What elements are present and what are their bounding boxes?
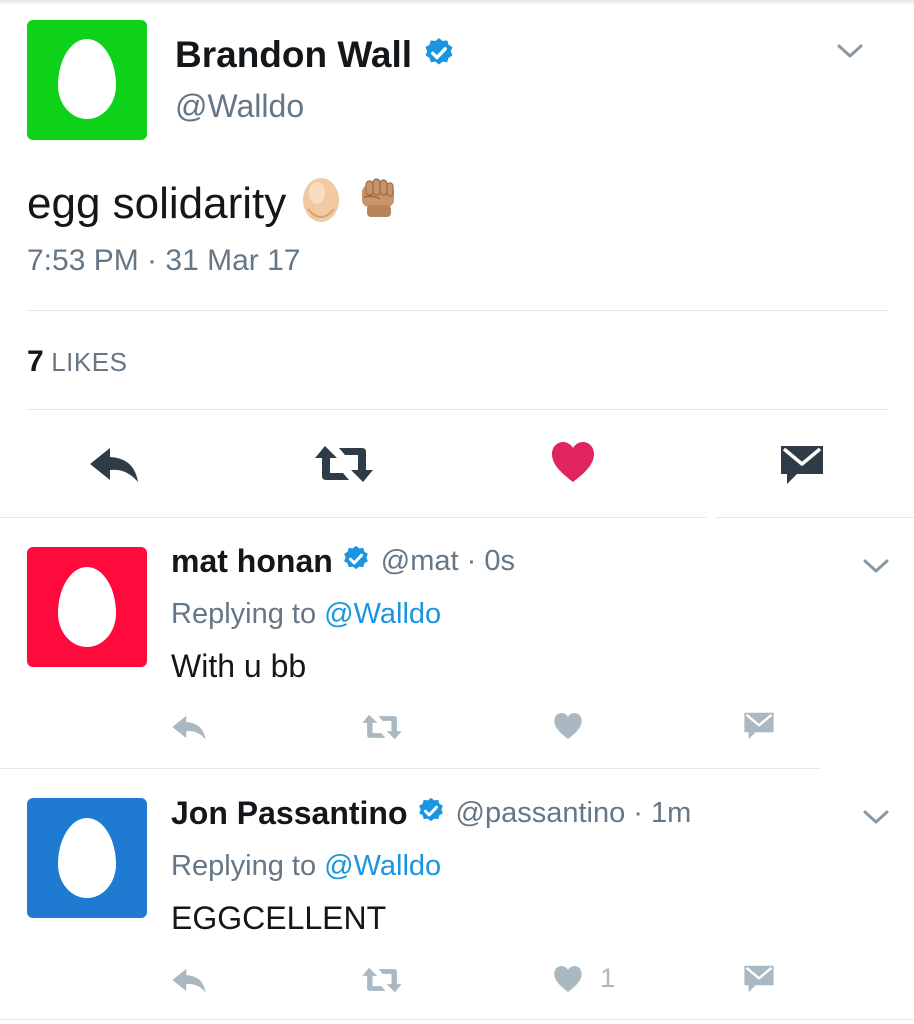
egg-avatar-icon <box>58 39 116 119</box>
avatar[interactable] <box>27 547 147 667</box>
top-edge <box>0 0 914 6</box>
raised-fist-emoji-icon <box>356 175 400 232</box>
tweet-timestamp[interactable]: 7:53 PM · 31 Mar 17 <box>27 244 300 278</box>
verified-badge-icon <box>416 796 446 831</box>
reply-text: EGGCELLENT <box>171 900 387 936</box>
likes-count[interactable]: 7 LIKES <box>27 345 127 379</box>
replying-to: Replying to @Walldo <box>171 598 441 631</box>
likes-number: 7 <box>27 345 44 378</box>
divider <box>0 768 820 769</box>
author-handle-time[interactable]: @passantino · 1m <box>456 797 692 830</box>
direct-message-icon[interactable] <box>743 964 775 994</box>
author-name[interactable]: Jon Passantino <box>171 795 408 832</box>
mention-link[interactable]: @Walldo <box>324 850 441 882</box>
chevron-down-icon[interactable] <box>861 806 891 828</box>
reply-icon[interactable] <box>171 713 207 741</box>
like-count: 1 <box>600 963 616 993</box>
author-handle-time[interactable]: @mat · 0s <box>381 545 515 578</box>
egg-avatar-icon <box>58 818 116 898</box>
retweet-icon[interactable] <box>313 444 375 484</box>
likes-label: LIKES <box>51 347 128 377</box>
divider <box>716 517 914 518</box>
egg-avatar-icon <box>58 567 116 647</box>
author-handle[interactable]: @Walldo <box>175 88 304 125</box>
chevron-down-icon[interactable] <box>835 40 865 62</box>
avatar[interactable] <box>27 20 147 140</box>
verified-badge-icon <box>341 544 371 579</box>
reply-icon[interactable] <box>171 966 207 994</box>
replying-prefix: Replying to <box>171 850 317 882</box>
divider <box>27 409 888 410</box>
reply-icon[interactable] <box>88 444 140 484</box>
replying-prefix: Replying to <box>171 598 317 630</box>
direct-message-icon[interactable] <box>779 444 825 486</box>
like-heart-icon[interactable] <box>550 441 596 483</box>
tweet-text: egg solidarity <box>27 173 400 234</box>
divider <box>0 517 706 518</box>
reply-header: mat honan @mat · 0s <box>171 543 515 580</box>
egg-emoji-icon <box>300 173 342 234</box>
like-heart-icon[interactable] <box>553 965 583 993</box>
replying-to: Replying to @Walldo <box>171 850 441 883</box>
author-name-row[interactable]: Brandon Wall <box>175 34 456 76</box>
reply-text: With u bb <box>171 648 307 684</box>
direct-message-icon[interactable] <box>743 711 775 741</box>
divider <box>27 310 888 311</box>
verified-badge-icon <box>422 36 456 75</box>
retweet-icon[interactable] <box>361 966 403 994</box>
tweet-text-content: egg solidarity <box>27 178 287 228</box>
divider <box>0 1019 914 1020</box>
author-name[interactable]: mat honan <box>171 543 333 580</box>
retweet-icon[interactable] <box>361 713 403 741</box>
mention-link[interactable]: @Walldo <box>324 598 441 630</box>
avatar[interactable] <box>27 798 147 918</box>
reply-header: Jon Passantino @passantino · 1m <box>171 795 691 832</box>
author-name[interactable]: Brandon Wall <box>175 34 412 76</box>
chevron-down-icon[interactable] <box>861 555 891 577</box>
like-heart-icon[interactable] <box>553 712 583 740</box>
